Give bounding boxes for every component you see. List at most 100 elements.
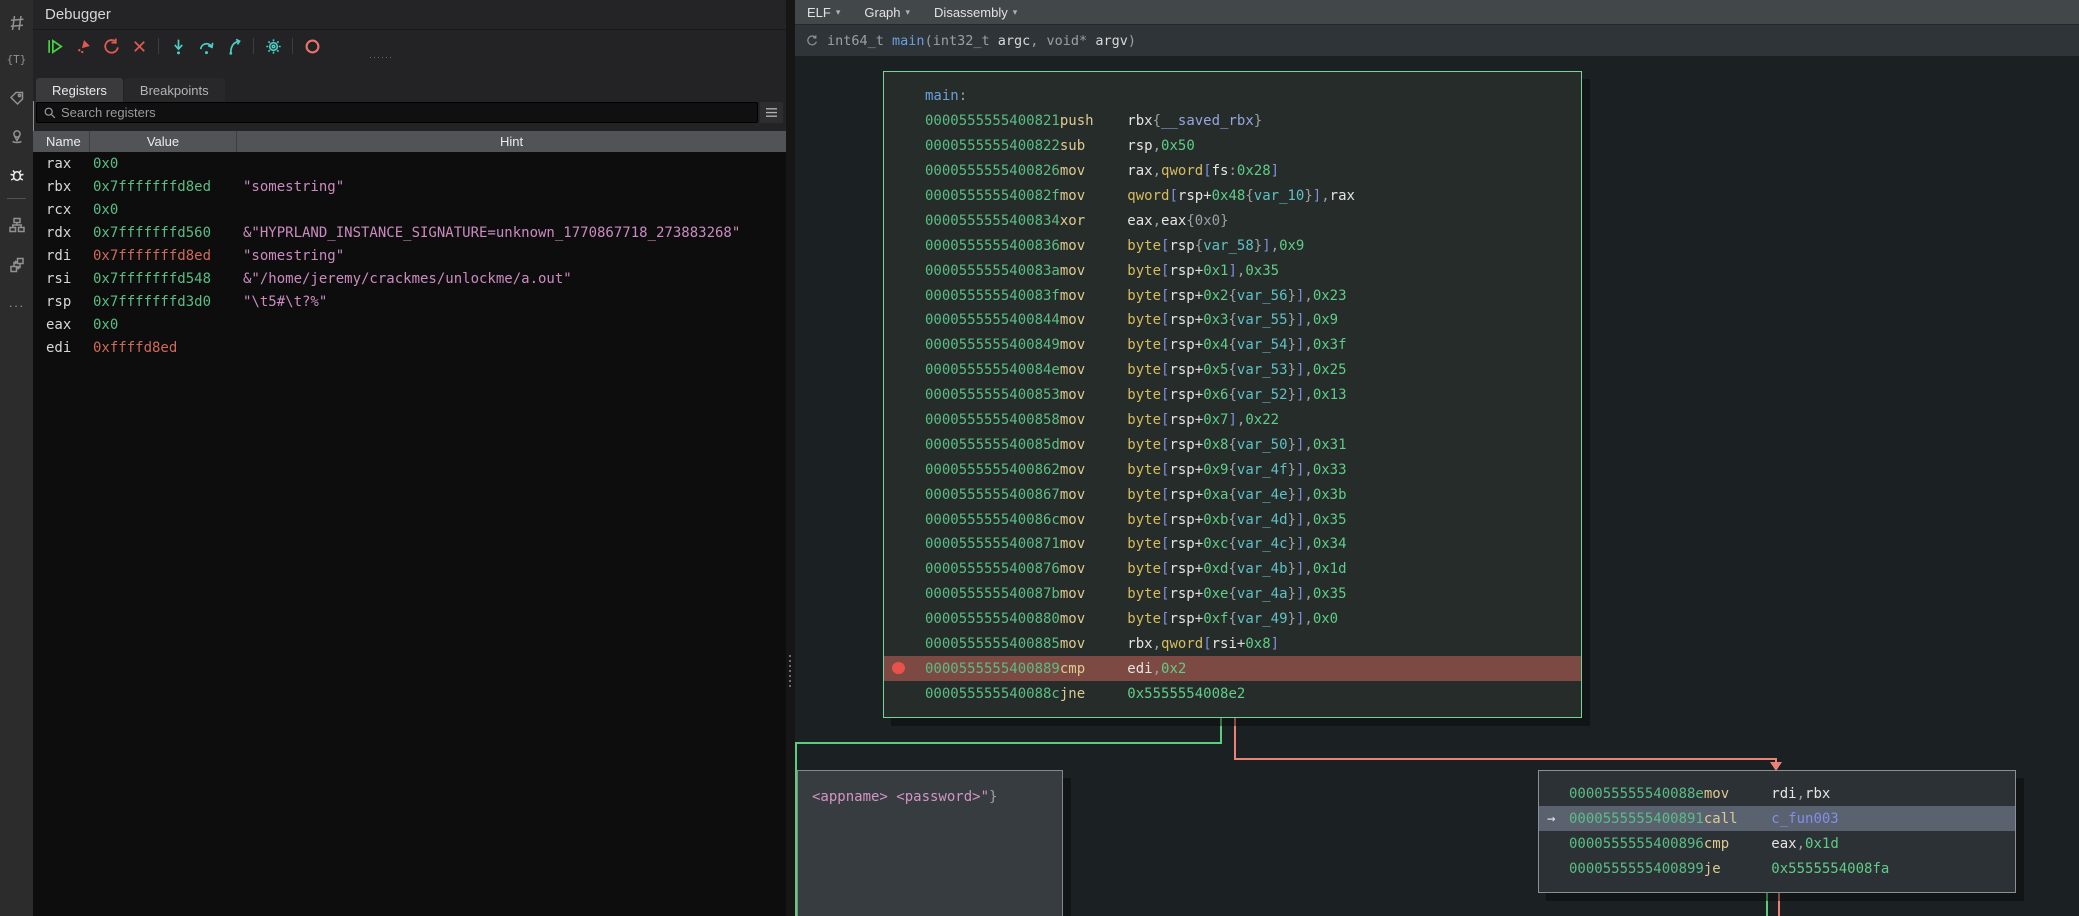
register-row[interactable]: edi0xffffd8ed [33,336,786,359]
refresh-icon[interactable] [805,34,819,48]
edge-true-branch [795,742,1222,744]
view-menu-bar: ELF ▾ Graph ▾ Disassembly ▾ [795,0,2079,24]
disasm-line[interactable]: 0000555555400867 mov byte [rsp+0xa {var_… [884,482,1581,507]
menu-graph[interactable]: Graph ▾ [864,5,910,20]
disasm-line[interactable]: 0000555555400876 mov byte [rsp+0xd {var_… [884,557,1581,582]
panel-title: Debugger [45,6,111,23]
halt-button[interactable] [298,33,326,59]
basic-block-call[interactable]: 000055555540088e mov rdi, rbx→0000555555… [1538,770,2016,893]
disasm-line[interactable]: 000055555540083a mov byte [rsp+0x1], 0x3… [884,258,1581,283]
breakpoint-dot-icon[interactable] [892,662,905,674]
register-row[interactable]: rsi0x7fffffffd548&"/home/jeremy/crackmes… [33,267,786,290]
debugger-icon[interactable] [0,160,33,190]
debugger-panel-header: Debugger [33,0,786,30]
tab-registers[interactable]: Registers [36,78,123,102]
marker-pin-icon[interactable] [0,122,33,152]
kill-button[interactable] [69,33,97,59]
column-header-value[interactable]: Value [90,131,237,152]
debugger-tabs: Registers Breakpoints [36,78,226,102]
types-icon[interactable]: {T} [0,44,33,74]
disasm-line[interactable]: 000055555540088e mov rdi, rbx [1539,781,2015,806]
function-signature-bar: int64_t main(int32_t argc, void* argv) [795,24,2079,56]
activity-bar: {T} ··· [0,0,33,916]
tab-breakpoints[interactable]: Breakpoints [124,78,225,102]
search-icon [43,106,57,120]
settings-button[interactable] [259,33,287,59]
basic-block-main[interactable]: main:0000555555400821 push rbx {__saved_… [883,71,1582,718]
disasm-line[interactable]: 000055555540082f mov qword [rsp+0x48 {va… [884,184,1581,209]
disasm-line[interactable]: →0000555555400891 call c_fun003 [1539,806,2015,831]
more-panels-icon[interactable]: ··· [0,290,33,320]
disasm-line[interactable]: 000055555540087b mov byte [rsp+0xe {var_… [884,582,1581,607]
disasm-line[interactable]: 000055555540083f mov byte [rsp+0x2 {var_… [884,283,1581,308]
mini-graph-icon[interactable] [0,210,33,240]
hamburger-icon [765,107,778,118]
disassembly-view: ELF ▾ Graph ▾ Disassembly ▾ int64_t main… [795,0,2079,916]
register-row[interactable]: rsp0x7fffffffd3d0"\t5#\t?%" [33,290,786,313]
register-row[interactable]: rax0x0 [33,152,786,175]
disasm-line[interactable]: 0000555555400834 xor eax, eax {0x0} [884,208,1581,233]
disasm-line[interactable]: 0000555555400821 push rbx {__saved_rbx} [884,109,1581,134]
debugger-panel: Debugger [33,0,786,916]
basic-block-string[interactable]: <appname> <password>"} [797,770,1063,916]
register-row[interactable]: rbx0x7fffffffd8ed"somestring" [33,175,786,198]
disasm-line[interactable]: 0000555555400885 mov rbx, qword [rsi+0x8… [884,632,1581,657]
step-into-button[interactable] [164,33,192,59]
function-signature[interactable]: int64_t main(int32_t argc, void* argv) [827,33,1136,49]
disasm-line[interactable]: 000055555540085d mov byte [rsp+0x8 {var_… [884,432,1581,457]
disasm-line[interactable]: 000055555540086c mov byte [rsp+0xb {var_… [884,507,1581,532]
disasm-line[interactable]: 000055555540084e mov byte [rsp+0x5 {var_… [884,358,1581,383]
symbols-icon[interactable] [0,8,33,38]
usage-string: <appname> <password>" [812,789,989,805]
chevron-down-icon: ▾ [836,7,841,18]
graph-canvas[interactable]: main:0000555555400821 push rbx {__saved_… [795,56,2079,916]
register-table-header: Name Value Hint [33,131,786,152]
column-header-name[interactable]: Name [33,131,90,152]
register-row[interactable]: rcx0x0 [33,198,786,221]
register-rows: rax0x0rbx0x7fffffffd8ed"somestring"rcx0x… [33,152,786,359]
disasm-line[interactable]: 0000555555400849 mov byte [rsp+0x4 {var_… [884,333,1581,358]
step-return-button[interactable] [220,33,248,59]
disasm-line[interactable]: 0000555555400858 mov byte [rsp+0x7], 0x2… [884,408,1581,433]
quit-button[interactable] [125,33,153,59]
panel-drag-handle[interactable]: ······ [351,52,411,62]
string-literal: <appname> <password>"} [812,789,997,805]
disasm-line[interactable]: 0000555555400844 mov byte [rsp+0x3 {var_… [884,308,1581,333]
disasm-line[interactable]: 0000555555400862 mov byte [rsp+0x9 {var_… [884,457,1581,482]
menu-elf[interactable]: ELF ▾ [807,5,840,20]
tab-registers-label: Registers [52,83,107,98]
register-options-button[interactable] [760,102,783,123]
disasm-line[interactable]: 0000555555400826 mov rax, qword [fs:0x28… [884,159,1581,184]
register-row[interactable]: rdi0x7fffffffd8ed"somestring" [33,244,786,267]
disasm-line[interactable]: 0000555555400853 mov byte [rsp+0x6 {var_… [884,383,1581,408]
disasm-line[interactable]: 000055555540088c jne 0x5555554008e2 [884,681,1581,706]
edge-true-branch [1220,718,1222,744]
disasm-line[interactable]: 0000555555400889 cmp edi, 0x2 [884,656,1581,681]
disasm-line[interactable]: 0000555555400836 mov byte [rsp {var_58}]… [884,233,1581,258]
menu-elf-label: ELF [807,5,831,20]
disasm-line[interactable]: 0000555555400822 sub rsp, 0x50 [884,134,1581,159]
resume-button[interactable] [41,33,69,59]
disasm-line[interactable]: main: [884,84,1581,109]
restart-button[interactable] [97,33,125,59]
disasm-line[interactable]: 0000555555400880 mov byte [rsp+0xf {var_… [884,607,1581,632]
column-header-hint[interactable]: Hint [237,131,786,152]
step-over-button[interactable] [192,33,220,59]
cross-references-icon[interactable] [0,250,33,280]
panel-splitter[interactable] [786,0,795,916]
disasm-line[interactable]: 0000555555400899 je 0x5555554008fa [1539,856,2015,881]
disasm-line[interactable]: 0000555555400871 mov byte [rsp+0xc {var_… [884,532,1581,557]
register-row[interactable]: rdx0x7fffffffd560&"HYPRLAND_INSTANCE_SIG… [33,221,786,244]
register-row[interactable]: eax0x0 [33,313,786,336]
menu-disassembly[interactable]: Disassembly ▾ [934,5,1017,20]
binary-ninja-window: {T} ··· Debugger [0,0,2079,916]
disasm-line[interactable]: 0000555555400896 cmp eax, 0x1d [1539,831,2015,856]
disassembly-lines: 000055555540088e mov rdi, rbx→0000555555… [1539,781,2015,881]
tag-icon[interactable] [0,84,33,114]
menu-graph-label: Graph [864,5,900,20]
chevron-down-icon: ▾ [1013,7,1018,18]
edge-false-branch [1234,718,1236,760]
disassembly-lines: main:0000555555400821 push rbx {__saved_… [884,84,1581,706]
menu-disassembly-label: Disassembly [934,5,1008,20]
search-input[interactable]: Search registers [36,102,758,123]
